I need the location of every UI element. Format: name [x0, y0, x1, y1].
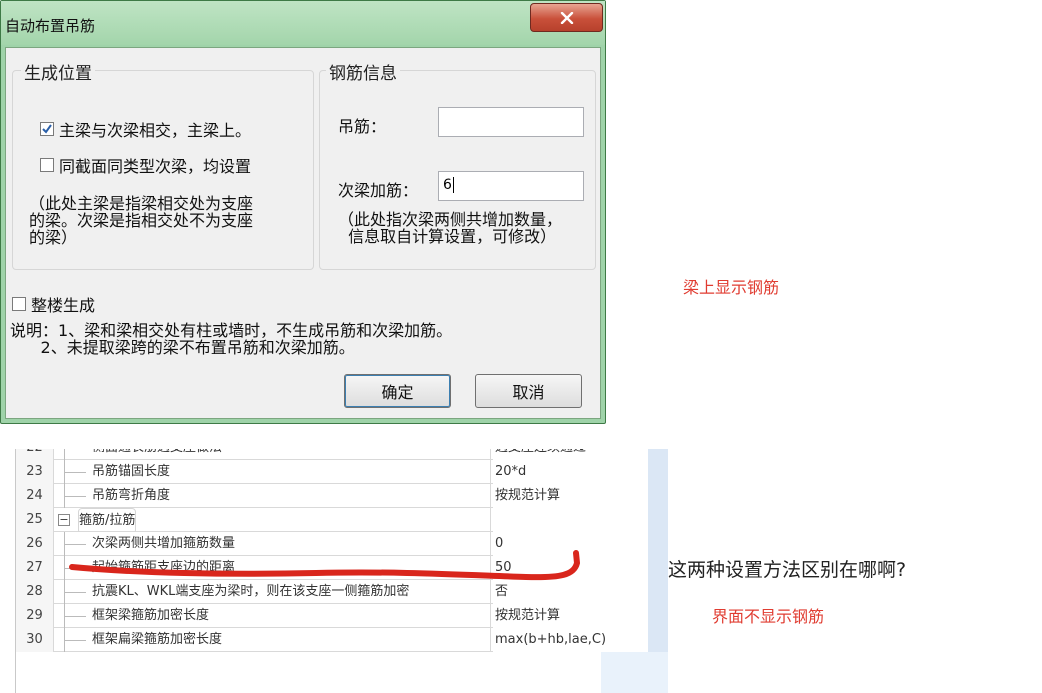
text-caret: [452, 177, 454, 193]
setting-name: 侧面通长筋遇支座做法: [92, 449, 222, 460]
position-group: 生成位置 主梁与次梁相交，主梁上。 同截面同类型次梁，均设置 （此处主梁是指梁相…: [12, 59, 314, 270]
close-icon: [560, 11, 573, 24]
setting-name-cell: 起始箍筋距支座边的距离: [54, 556, 491, 580]
table-row[interactable]: 23 吊筋锚固长度 20*d: [16, 460, 668, 484]
close-button[interactable]: [530, 3, 603, 32]
tree-branch: [64, 496, 86, 497]
setting-name-cell: − 箍筋/拉筋: [54, 508, 491, 532]
no-rebar-note: 界面不显示钢筋: [712, 607, 825, 626]
whole-building-checkbox[interactable]: [12, 297, 26, 311]
rebar-info-note: （此处指次梁两侧共增加数量， 信息取自计算设置，可修改）: [338, 210, 563, 246]
tree-branch: [64, 592, 86, 593]
tree-branch: [64, 568, 86, 569]
setting-name: 起始箍筋距支座边的距离: [92, 560, 236, 575]
row-number: 29: [16, 604, 54, 628]
row-number: 26: [16, 532, 54, 556]
rebar-info-group-title: 钢筋信息: [326, 59, 400, 84]
tree-branch: [64, 616, 86, 617]
explanation-text: 说明：1、梁和梁相交处有柱或墙时，不生成吊筋和次梁加筋。 2、未提取梁跨的梁不布…: [10, 321, 453, 357]
question-text: 这两种设置方法区别在哪啊?: [668, 559, 907, 581]
table-row[interactable]: 24 吊筋弯折角度 按规范计算: [16, 484, 668, 508]
table-row[interactable]: 26 次梁两侧共增加箍筋数量 0: [16, 532, 668, 556]
main-beam-option[interactable]: 主梁与次梁相交，主梁上。: [40, 117, 251, 141]
hanger-input[interactable]: [438, 107, 584, 137]
same-section-checkbox[interactable]: [40, 158, 54, 172]
setting-value[interactable]: 按规范计算: [493, 604, 668, 628]
row-number: 27: [16, 556, 54, 580]
collapse-icon[interactable]: −: [58, 514, 70, 526]
table-row[interactable]: 28 抗震KL、WKL端支座为梁时，则在该支座一侧箍筋加密 否: [16, 580, 668, 604]
setting-value[interactable]: 50: [493, 556, 668, 580]
setting-group-name: 箍筋/拉筋: [78, 508, 137, 532]
hanger-label: 吊筋：: [338, 117, 387, 136]
tree-line: [64, 449, 65, 460]
secondary-beam-value: 6: [443, 177, 452, 193]
same-section-option[interactable]: 同截面同类型次梁，均设置: [40, 153, 251, 177]
main-beam-label: 主梁与次梁相交，主梁上。: [59, 121, 252, 140]
tree-branch: [64, 544, 86, 545]
setting-name: 吊筋弯折角度: [92, 488, 171, 503]
setting-name: 吊筋锚固长度: [92, 464, 171, 479]
row-number: 24: [16, 484, 54, 508]
setting-name: 框架梁箍筋加密长度: [92, 608, 210, 623]
setting-value[interactable]: 按规范计算: [493, 484, 668, 508]
setting-value[interactable]: max(b+hb,lae,C): [493, 628, 668, 652]
auto-hanger-dialog: 自动布置吊筋 生成位置 主梁与次梁相交，主梁上。 同截面同类型次梁，均设置 （此…: [0, 0, 606, 424]
table-row[interactable]: 29 框架梁箍筋加密长度 按规范计算: [16, 604, 668, 628]
dialog-titlebar[interactable]: 自动布置吊筋: [1, 1, 605, 45]
dialog-title: 自动布置吊筋: [5, 17, 96, 35]
main-beam-checkbox[interactable]: [40, 122, 54, 136]
whole-building-option[interactable]: 整楼生成: [12, 292, 95, 316]
tree-branch: [64, 640, 86, 641]
show-rebar-note: 梁上显示钢筋: [683, 278, 780, 297]
row-number: 25: [16, 508, 54, 532]
setting-name-cell: 吊筋弯折角度: [54, 484, 491, 508]
position-group-title: 生成位置: [21, 59, 95, 84]
tree-branch: [64, 472, 86, 473]
whole-building-label: 整楼生成: [31, 296, 96, 315]
position-note: （此处主梁是指梁相交处为支座 的梁。次梁是指相交处不为支座 的梁）: [29, 194, 254, 247]
row-number: 28: [16, 580, 54, 604]
dialog-body: 生成位置 主梁与次梁相交，主梁上。 同截面同类型次梁，均设置 （此处主梁是指梁相…: [5, 47, 601, 419]
setting-name: 抗震KL、WKL端支座为梁时，则在该支座一侧箍筋加密: [92, 584, 410, 599]
table-row[interactable]: 30 框架扁梁箍筋加密长度 max(b+hb,lae,C): [16, 628, 668, 652]
row-number: 30: [16, 628, 54, 652]
setting-name-cell: 框架扁梁箍筋加密长度: [54, 628, 491, 652]
checkmark-icon: [42, 124, 52, 134]
setting-value[interactable]: 20*d: [493, 460, 668, 484]
setting-name-cell: 抗震KL、WKL端支座为梁时，则在该支座一侧箍筋加密: [54, 580, 491, 604]
setting-name-cell: 框架梁箍筋加密长度: [54, 604, 491, 628]
setting-name-cell: 次梁两侧共增加箍筋数量: [54, 532, 491, 556]
table-row-group[interactable]: 25 − 箍筋/拉筋: [16, 508, 668, 532]
setting-value[interactable]: 否: [493, 580, 668, 604]
same-section-label: 同截面同类型次梁，均设置: [59, 157, 252, 176]
setting-name-cell: 侧面通长筋遇支座做法: [54, 449, 491, 460]
setting-value: [493, 508, 668, 532]
setting-value[interactable]: 0: [493, 532, 668, 556]
ok-button[interactable]: 确定: [344, 374, 451, 408]
cancel-button[interactable]: 取消: [475, 374, 582, 408]
setting-name-cell: 吊筋锚固长度: [54, 460, 491, 484]
setting-name: 框架扁梁箍筋加密长度: [92, 632, 223, 647]
row-number: 23: [16, 460, 54, 484]
rebar-info-group: 钢筋信息 吊筋： 次梁加筋： 6 （此处指次梁两侧共增加数量， 信息取自计算设置…: [319, 59, 596, 270]
beam-settings-table: 22 侧面通长筋遇支座做法 遇支座连续通过 23 吊筋锚固长度 20*d 24 …: [15, 449, 668, 693]
secondary-beam-input[interactable]: 6: [438, 171, 584, 201]
row-number: 22: [16, 449, 54, 460]
table-row[interactable]: 27 起始箍筋距支座边的距离 50: [16, 556, 668, 580]
setting-value[interactable]: 遇支座连续通过: [493, 449, 668, 460]
table-row[interactable]: 22 侧面通长筋遇支座做法 遇支座连续通过: [16, 449, 668, 460]
secondary-beam-label: 次梁加筋：: [338, 181, 419, 200]
setting-name: 次梁两侧共增加箍筋数量: [92, 536, 236, 551]
